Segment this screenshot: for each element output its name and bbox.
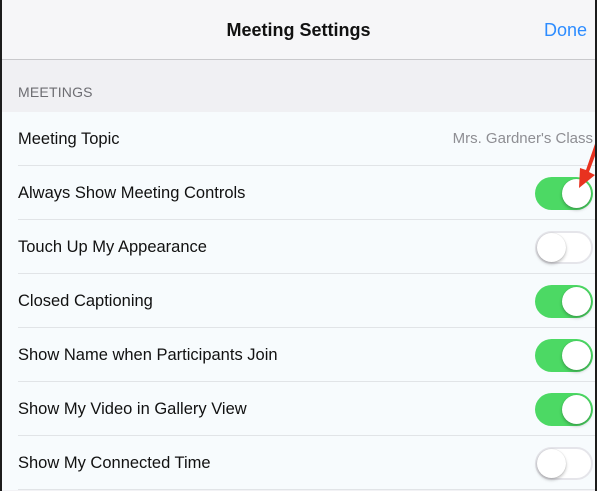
- show-my-connected-time-row: Show My Connected Time: [2, 436, 595, 490]
- settings-list: Meeting Topic Mrs. Gardner's Class Alway…: [2, 112, 595, 490]
- section-header-meetings: MEETINGS: [2, 60, 595, 112]
- arrow-shape: [579, 143, 595, 188]
- closed-captioning-label: Closed Captioning: [18, 292, 153, 310]
- show-my-video-in-gallery-view-toggle[interactable]: [535, 393, 593, 426]
- toggle-knob: [562, 341, 591, 370]
- navigation-bar: Meeting Settings Done: [2, 0, 595, 60]
- toggle-knob: [562, 287, 591, 316]
- touch-up-my-appearance-label: Touch Up My Appearance: [18, 238, 207, 256]
- page-title: Meeting Settings: [226, 20, 371, 40]
- touch-up-my-appearance-row: Touch Up My Appearance: [2, 220, 595, 274]
- toggle-knob: [537, 449, 566, 478]
- meeting-topic-label: Meeting Topic: [18, 130, 120, 148]
- red-arrow-icon: [579, 143, 595, 188]
- touch-up-my-appearance-toggle[interactable]: [535, 231, 593, 264]
- show-my-video-in-gallery-view-label: Show My Video in Gallery View: [18, 400, 247, 418]
- settings-window: Meeting Settings Done MEETINGS Meeting T…: [0, 0, 597, 491]
- always-show-meeting-controls-row: Always Show Meeting Controls: [2, 166, 595, 220]
- show-my-connected-time-toggle[interactable]: [535, 447, 593, 480]
- closed-captioning-toggle[interactable]: [535, 285, 593, 318]
- show-name-when-participants-join-toggle[interactable]: [535, 339, 593, 372]
- toggle-knob: [537, 233, 566, 262]
- meeting-topic-row[interactable]: Meeting Topic Mrs. Gardner's Class: [2, 112, 595, 166]
- always-show-meeting-controls-label: Always Show Meeting Controls: [18, 184, 246, 202]
- show-name-when-participants-join-label: Show Name when Participants Join: [18, 346, 278, 364]
- toggle-knob: [562, 395, 591, 424]
- done-button[interactable]: Done: [544, 0, 587, 60]
- show-name-when-participants-join-row: Show Name when Participants Join: [2, 328, 595, 382]
- section-title: MEETINGS: [18, 84, 93, 100]
- show-my-connected-time-label: Show My Connected Time: [18, 454, 211, 472]
- closed-captioning-row: Closed Captioning: [2, 274, 595, 328]
- show-my-video-in-gallery-view-row: Show My Video in Gallery View: [2, 382, 595, 436]
